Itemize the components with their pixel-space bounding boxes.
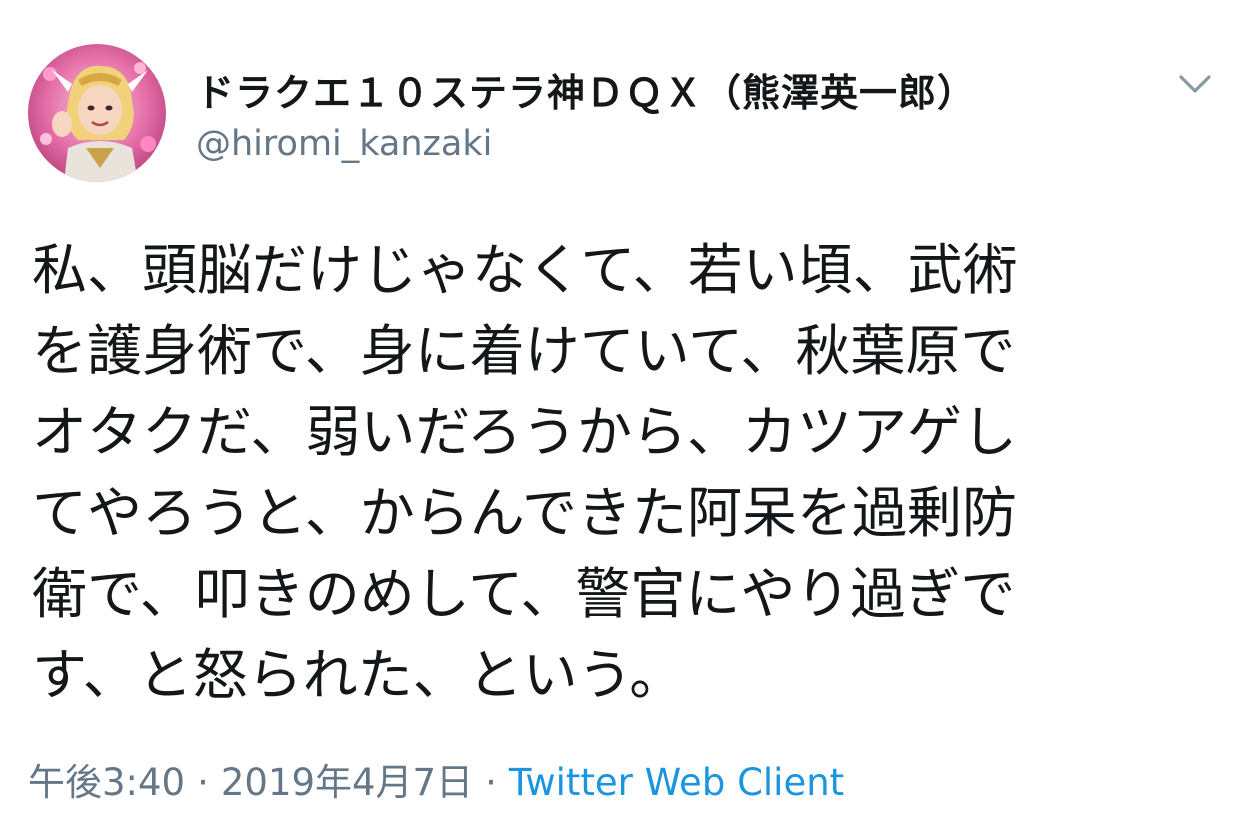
meta-separator: ·: [197, 761, 209, 804]
tweet-text-line: を護身術で、身に着けていて、秋葉原で: [32, 319, 1016, 383]
meta-separator: ·: [485, 761, 497, 804]
tweet-text-line: 衛で、叩きのめして、警官にやり過ぎで: [32, 562, 1016, 626]
tweet-menu-button[interactable]: [1170, 62, 1220, 106]
tweet-time[interactable]: 午後3:40: [28, 761, 185, 804]
tweet-card: ドラクエ１０ステラ神ＤＱＸ（熊澤英一郎） @hiromi_kanzaki 私、頭…: [0, 0, 1242, 831]
author-handle[interactable]: @hiromi_kanzaki: [196, 124, 492, 164]
avatar[interactable]: [28, 44, 166, 182]
tweet-text-line: 私、頭脳だけじゃなくて、若い頃、武術: [32, 238, 1018, 302]
tweet-date[interactable]: 2019年4月7日: [221, 761, 473, 804]
chevron-down-icon: [1179, 75, 1211, 93]
tweet-source-link[interactable]: Twitter Web Client: [509, 761, 844, 804]
author-display-name[interactable]: ドラクエ１０ステラ神ＤＱＸ（熊澤英一郎）: [196, 62, 976, 117]
tweet-text-line: オタクだ、弱いだろうから、カツアゲし: [32, 400, 1018, 464]
tweet-text-line: てやろうと、からんできた阿呆を過剰防: [32, 481, 1018, 545]
avatar-illustration: [28, 44, 166, 182]
tweet-meta: 午後3:40 · 2019年4月7日 · Twitter Web Client: [28, 752, 844, 806]
tweet-text-line: す、と怒られた、という。: [32, 643, 685, 707]
tweet-text: 私、頭脳だけじゃなくて、若い頃、武術 を護身術で、身に着けていて、秋葉原で オタ…: [32, 230, 1182, 716]
